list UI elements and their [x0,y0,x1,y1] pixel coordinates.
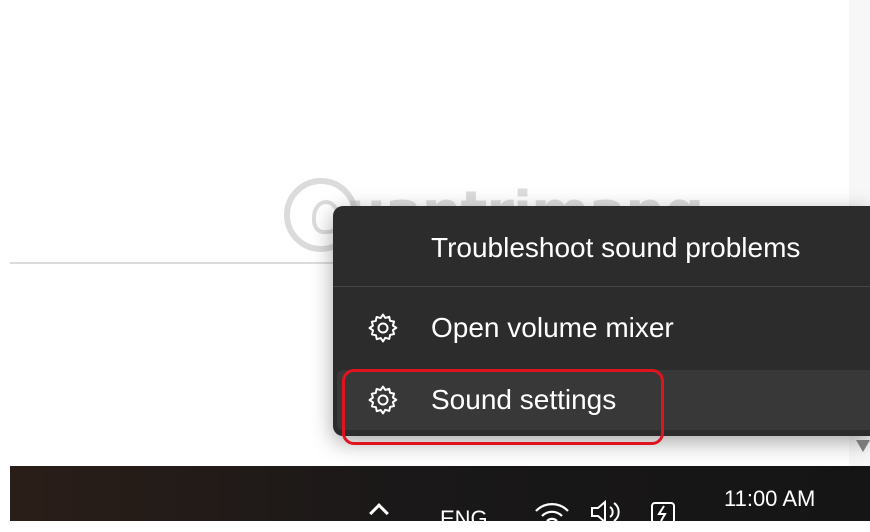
gear-icon [368,313,398,343]
scroll-down-icon[interactable] [856,440,870,452]
highlight-annotation [342,369,664,445]
menu-item-troubleshoot[interactable]: Troubleshoot sound problems [333,218,870,278]
menu-item-open-volume-mixer[interactable]: Open volume mixer [333,298,870,358]
menu-item-label: Open volume mixer [431,312,674,343]
menu-separator [333,286,870,287]
clock-time[interactable]: 11:00 AM [724,486,815,512]
window-divider [10,262,340,264]
menu-item-label: Troubleshoot sound problems [431,232,801,263]
language-indicator[interactable]: ENG [440,506,488,532]
